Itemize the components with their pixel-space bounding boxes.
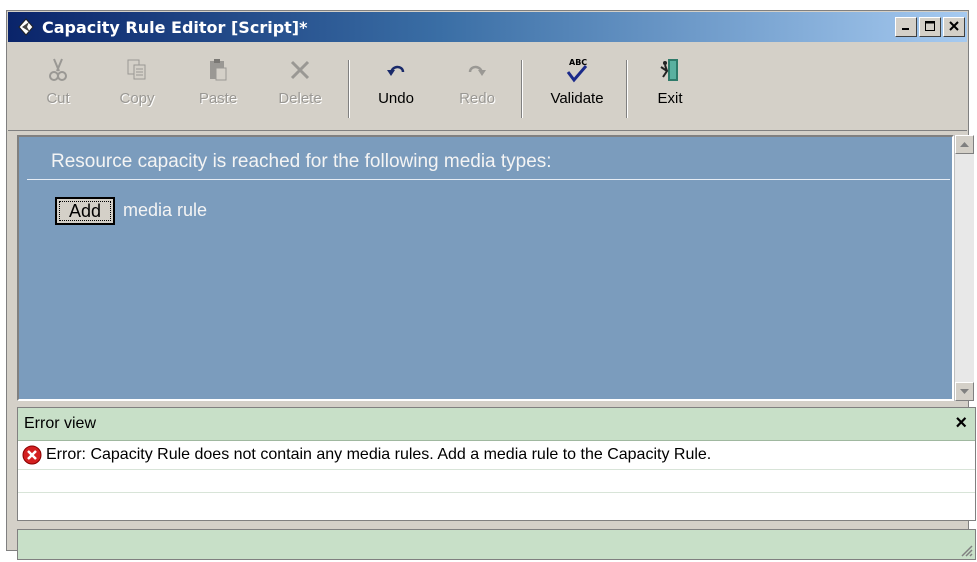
close-icon bbox=[949, 18, 959, 36]
media-rule-text: media rule bbox=[123, 200, 208, 220]
paste-button[interactable]: Paste bbox=[192, 56, 244, 128]
script-editor-area[interactable]: Resource capacity is reached for the fol… bbox=[17, 135, 954, 401]
undo-arrow-icon bbox=[381, 56, 411, 84]
cut-button[interactable]: Cut bbox=[38, 56, 78, 128]
validate-button[interactable]: ABC Validate bbox=[540, 56, 614, 128]
delete-button[interactable]: Delete bbox=[270, 56, 330, 128]
scroll-down-button[interactable] bbox=[955, 382, 974, 401]
scissors-icon bbox=[43, 56, 73, 84]
delete-label: Delete bbox=[278, 90, 322, 107]
minimize-button[interactable] bbox=[895, 17, 917, 37]
error-message: Error: Capacity Rule does not contain an… bbox=[46, 446, 712, 463]
error-view-title: Error view bbox=[24, 415, 97, 432]
capacity-heading: Resource capacity is reached for the fol… bbox=[51, 151, 552, 172]
minimize-icon bbox=[901, 18, 911, 36]
capacity-rule-editor-window: Capacity Rule Editor [Script]* Cut Copy bbox=[6, 10, 976, 560]
copy-label: Copy bbox=[119, 90, 155, 107]
toolbar-separator bbox=[521, 60, 523, 118]
status-bar bbox=[17, 529, 976, 560]
toolbar-separator bbox=[348, 60, 350, 118]
redo-button[interactable]: Redo bbox=[452, 56, 502, 128]
spellcheck-icon: ABC bbox=[562, 56, 592, 84]
maximize-button[interactable] bbox=[919, 17, 941, 37]
copy-button[interactable]: Copy bbox=[112, 56, 162, 128]
resize-grip-icon[interactable] bbox=[959, 543, 973, 557]
app-logo-icon bbox=[16, 17, 36, 37]
toolbar-separator bbox=[626, 60, 628, 118]
exit-label: Exit bbox=[657, 90, 683, 107]
scroll-up-button[interactable] bbox=[955, 135, 974, 154]
redo-arrow-icon bbox=[462, 56, 492, 84]
close-window-button[interactable] bbox=[943, 17, 965, 37]
empty-row bbox=[18, 470, 975, 493]
toolbar: Cut Copy Paste Delete Undo Redo ABC Vali… bbox=[8, 42, 967, 131]
error-view-panel: Error view × Error: Capacity Rule does n… bbox=[17, 407, 976, 521]
copy-icon bbox=[122, 56, 152, 84]
error-icon bbox=[22, 445, 42, 465]
exit-button[interactable]: Exit bbox=[650, 56, 690, 128]
redo-label: Redo bbox=[459, 90, 495, 107]
editor-vertical-scrollbar[interactable] bbox=[954, 135, 974, 401]
validate-label: Validate bbox=[550, 90, 604, 107]
window-title: Capacity Rule Editor [Script]* bbox=[42, 17, 308, 37]
title-bar[interactable]: Capacity Rule Editor [Script]* bbox=[8, 12, 967, 42]
cut-label: Cut bbox=[46, 90, 70, 107]
undo-label: Undo bbox=[378, 90, 414, 107]
paste-label: Paste bbox=[198, 90, 238, 107]
maximize-icon bbox=[925, 18, 935, 36]
clipboard-icon bbox=[203, 56, 233, 84]
exit-door-icon bbox=[655, 56, 685, 84]
undo-button[interactable]: Undo bbox=[371, 56, 421, 128]
close-error-view-button[interactable]: × bbox=[955, 412, 967, 435]
heading-divider bbox=[27, 179, 950, 180]
error-view-header: Error view × bbox=[18, 408, 975, 441]
add-media-rule-button[interactable]: Add bbox=[55, 197, 115, 225]
error-row[interactable]: Error: Capacity Rule does not contain an… bbox=[18, 441, 975, 470]
delete-x-icon bbox=[285, 56, 315, 84]
